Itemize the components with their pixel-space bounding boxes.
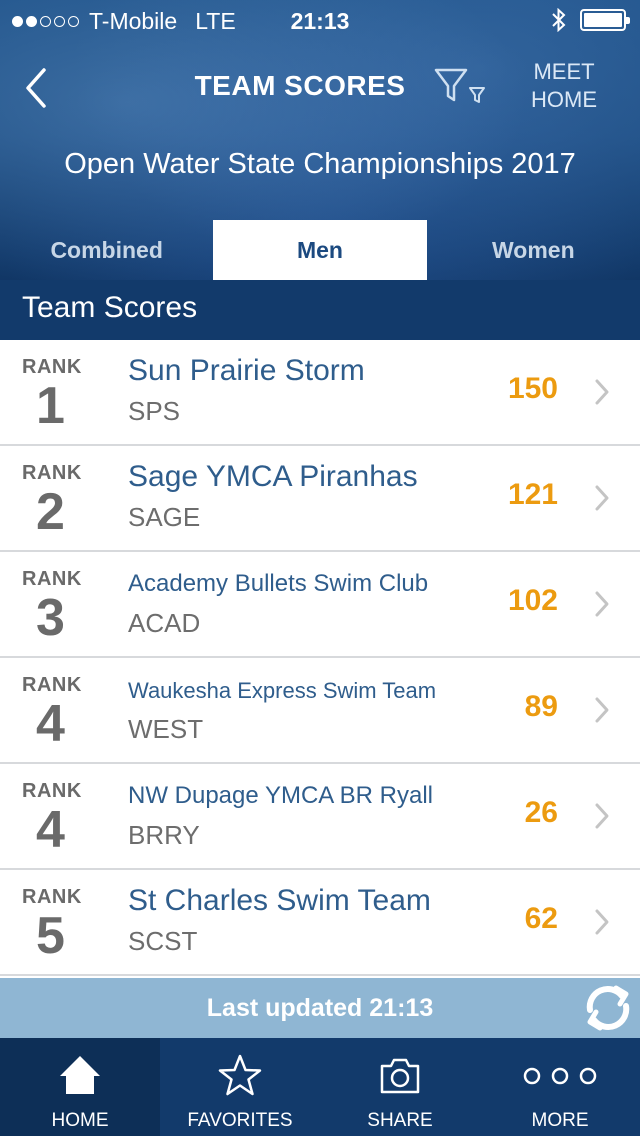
status-bar: T-Mobile LTE 21:13 (0, 0, 640, 40)
team-row[interactable]: RANK 2 Sage YMCA Piranhas SAGE 121 (0, 446, 640, 552)
meet-home-line2: HOME (531, 87, 597, 112)
bottom-tab-bar: HOME FAVORITES SHARE MORE (0, 1038, 640, 1136)
team-row[interactable]: RANK 4 Waukesha Express Swim Team WEST 8… (0, 658, 640, 764)
team-name: NW Dupage YMCA BR Ryall (128, 782, 433, 809)
team-code: SCST (128, 926, 198, 956)
camera-icon (380, 1058, 420, 1094)
team-scores-list: RANK 1 Sun Prairie Storm SPS 150 RANK 2 … (0, 340, 640, 976)
team-row[interactable]: RANK 5 St Charles Swim Team SCST 62 (0, 870, 640, 976)
more-icon (523, 1067, 597, 1085)
rank-label: RANK (22, 674, 82, 696)
rank-number: 3 (36, 589, 65, 647)
team-row[interactable]: RANK 4 NW Dupage YMCA BR Ryall BRRY 26 (0, 764, 640, 870)
tabbar-share-label: SHARE (367, 1110, 433, 1131)
tab-combined[interactable]: Combined (0, 220, 213, 280)
gender-tabs: Combined Men Women (0, 220, 640, 280)
meet-home-line1: MEET (533, 59, 595, 84)
team-score: 89 (524, 690, 558, 723)
chevron-right-icon (595, 379, 609, 405)
tabbar-favorites[interactable]: FAVORITES (160, 1038, 320, 1136)
team-score: 102 (507, 584, 558, 617)
refresh-icon[interactable] (580, 980, 636, 1036)
tabbar-home[interactable]: HOME (0, 1038, 160, 1136)
bluetooth-icon (552, 8, 566, 32)
rank-label: RANK (22, 780, 82, 802)
team-row[interactable]: RANK 3 Academy Bullets Swim Club ACAD 10… (0, 552, 640, 658)
rank-label: RANK (22, 462, 82, 484)
team-code: SAGE (128, 502, 201, 532)
rank-number: 4 (36, 801, 65, 859)
chevron-right-icon (595, 803, 609, 829)
team-name: Sun Prairie Storm (128, 354, 365, 387)
meet-title: Open Water State Championships 2017 (64, 148, 576, 180)
page-title: TEAM SCORES (194, 70, 406, 101)
tabbar-favorites-label: FAVORITES (187, 1110, 293, 1131)
rank-number: 4 (36, 695, 65, 753)
last-updated-label: Last updated 21:13 (206, 994, 434, 1022)
team-code: ACAD (128, 608, 201, 638)
rank-number: 2 (36, 483, 65, 541)
filter-icon[interactable] (432, 64, 490, 108)
clock: 21:13 (290, 8, 350, 34)
team-code: BRRY (128, 820, 200, 850)
team-code: WEST (128, 714, 204, 744)
tab-men[interactable]: Men (213, 220, 427, 280)
rank-label: RANK (22, 886, 82, 908)
home-icon (60, 1056, 100, 1094)
last-updated-bar: Last updated 21:13 (0, 978, 640, 1038)
tabbar-more[interactable]: MORE (480, 1038, 640, 1136)
star-icon (218, 1054, 262, 1096)
meet-home-button[interactable]: MEET HOME (520, 58, 608, 114)
tab-women[interactable]: Women (427, 220, 640, 280)
tabbar-home-label: HOME (51, 1110, 109, 1131)
chevron-right-icon (595, 697, 609, 723)
team-score: 121 (507, 478, 558, 511)
team-name: St Charles Swim Team (128, 884, 431, 917)
team-score: 26 (524, 796, 558, 829)
rank-label: RANK (22, 356, 82, 378)
rank-number: 1 (36, 377, 65, 435)
team-row[interactable]: RANK 1 Sun Prairie Storm SPS 150 (0, 340, 640, 446)
team-score: 150 (507, 372, 558, 405)
chevron-right-icon (595, 485, 609, 511)
chevron-right-icon (595, 909, 609, 935)
back-chevron-icon[interactable] (18, 64, 54, 112)
rank-number: 5 (36, 907, 65, 965)
team-name: Waukesha Express Swim Team (128, 678, 437, 703)
tabbar-more-label: MORE (531, 1110, 589, 1131)
chevron-right-icon (595, 591, 609, 617)
rank-label: RANK (22, 568, 82, 590)
battery-icon (580, 9, 630, 31)
section-title: Team Scores (0, 280, 640, 340)
team-name: Sage YMCA Piranhas (128, 460, 418, 493)
team-code: SPS (128, 396, 181, 426)
tabbar-share[interactable]: SHARE (320, 1038, 480, 1136)
navigation-bar: TEAM SCORES MEET HOME (0, 40, 640, 136)
team-name: Academy Bullets Swim Club (128, 570, 429, 597)
team-score: 62 (524, 902, 558, 935)
